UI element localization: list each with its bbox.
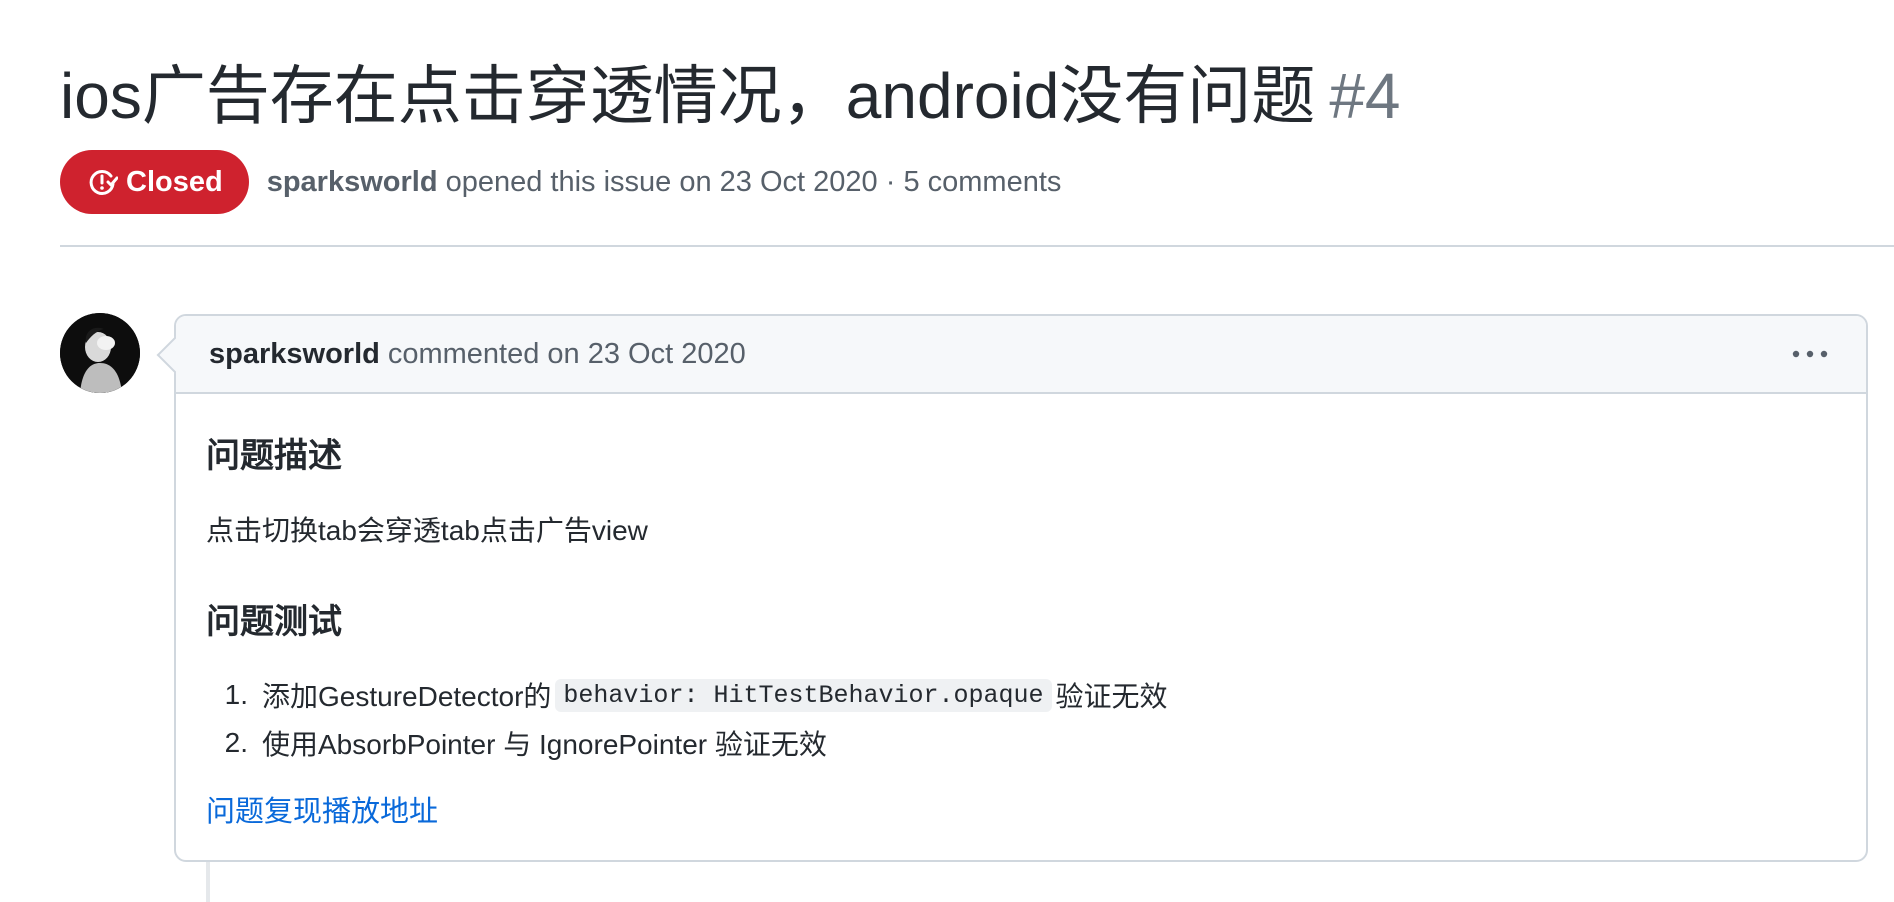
timeline-line	[206, 862, 210, 902]
comment-header: sparksworld commented on 23 Oct 2020	[176, 316, 1866, 394]
issue-number: #4	[1329, 60, 1401, 132]
issue-opened-text: opened this issue on 23 Oct 2020 · 5 com…	[445, 165, 1062, 198]
comment-author-link[interactable]: sparksworld	[209, 338, 380, 371]
avatar-image	[60, 313, 140, 393]
list-item-text-after: 验证无效	[1055, 681, 1168, 712]
comment-timestamp[interactable]: commented on 23 Oct 2020	[388, 338, 746, 371]
inline-code: behavior: HitTestBehavior.opaque	[555, 678, 1052, 712]
issue-title-text: ios广告存在点击穿透情况，android没有问题	[60, 60, 1316, 132]
status-badge: Closed	[60, 150, 249, 214]
list-item-number: 1.	[224, 679, 248, 710]
kebab-horizontal-icon	[1792, 350, 1828, 358]
list-item-text: 使用AbsorbPointer 与 IgnorePointer 验证无效	[262, 729, 827, 760]
reproduction-video-link[interactable]: 问题复现播放地址	[206, 788, 438, 830]
issue-author-link[interactable]: sparksworld	[267, 166, 438, 198]
list-item: 1. 添加GestureDetector的 behavior: HitTestB…	[206, 671, 1168, 719]
more-options-button[interactable]	[1790, 338, 1830, 370]
issue-title: ios广告存在点击穿透情况，android没有问题 #4	[60, 56, 1401, 136]
comment-paragraph: 点击切换tab会穿透tab点击广告view	[206, 515, 648, 546]
avatar[interactable]	[60, 313, 140, 393]
issue-meta-text: sparksworld opened this issue on 23 Oct …	[267, 166, 1062, 199]
test-steps-list: 1. 添加GestureDetector的 behavior: HitTestB…	[206, 671, 1168, 767]
issue-meta: Closed sparksworld opened this issue on …	[60, 150, 1061, 214]
heading-problem-test: 问题测试	[206, 603, 342, 641]
list-item-text: 添加GestureDetector的	[262, 681, 552, 712]
status-label: Closed	[126, 165, 223, 198]
list-item: 2. 使用AbsorbPointer 与 IgnorePointer 验证无效	[206, 719, 1168, 767]
list-item-number: 2.	[224, 727, 248, 758]
issue-closed-icon	[89, 169, 118, 195]
header-divider	[60, 245, 1894, 247]
comment-card: sparksworld commented on 23 Oct 2020 问题描…	[174, 314, 1868, 862]
heading-problem-description: 问题描述	[206, 437, 342, 475]
